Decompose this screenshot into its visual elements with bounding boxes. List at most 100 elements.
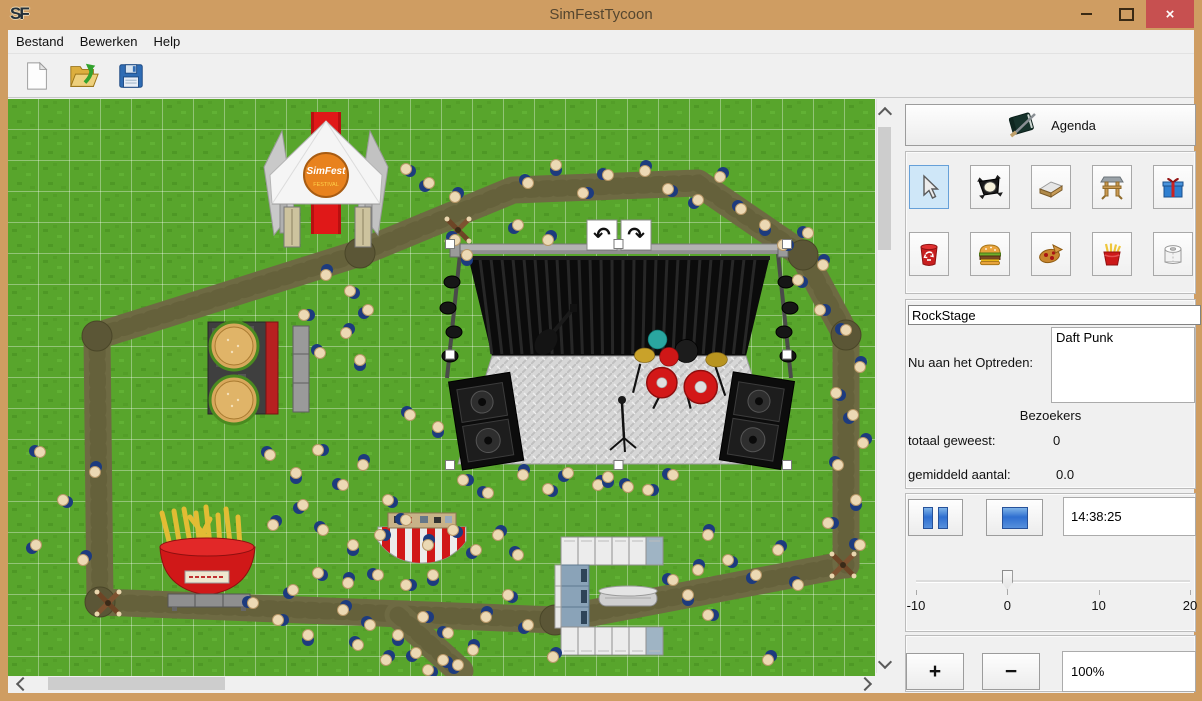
stop-button[interactable]	[986, 499, 1043, 536]
tool-path-tile[interactable]	[1031, 165, 1071, 209]
slider-thumb[interactable]	[1002, 570, 1013, 590]
slider-tick	[1190, 590, 1191, 595]
selection-handle[interactable]	[446, 240, 455, 249]
maximize-icon	[1119, 8, 1134, 21]
close-icon: ×	[1166, 6, 1175, 23]
visitor	[401, 579, 418, 591]
visitor	[602, 472, 614, 489]
speed-slider[interactable]: -1001020	[906, 564, 1197, 624]
scroll-right-icon[interactable]	[858, 677, 872, 691]
visitor	[662, 573, 679, 586]
visitors-avg-value: 0.0	[1056, 467, 1074, 482]
tool-spotlight[interactable]	[970, 165, 1010, 209]
festival-canvas[interactable]: SimFestFESTIVAL↶↷	[8, 99, 875, 677]
selection-handle[interactable]	[783, 350, 792, 359]
visitor	[597, 168, 614, 181]
minimize-button[interactable]	[1066, 0, 1106, 28]
visitor	[477, 486, 494, 499]
visitor	[682, 590, 694, 607]
clock-display: 14:38:25	[1063, 497, 1196, 536]
save-button[interactable]	[114, 59, 148, 93]
maximize-button[interactable]	[1106, 0, 1146, 28]
new-document-button[interactable]	[20, 59, 54, 93]
visitor	[313, 444, 330, 456]
visitor	[815, 304, 832, 316]
selection-handle[interactable]	[783, 240, 792, 249]
tool-gift[interactable]	[1153, 165, 1193, 209]
tool-fries[interactable]	[1092, 232, 1132, 276]
visitors-header: Bezoekers	[906, 408, 1195, 423]
stage[interactable]	[440, 241, 798, 470]
slider-track[interactable]	[916, 580, 1190, 583]
visitor	[643, 484, 660, 496]
visitor	[662, 468, 679, 481]
visitor	[347, 540, 359, 557]
selection-handle[interactable]	[446, 461, 455, 470]
selection-handle[interactable]	[614, 240, 623, 249]
new-document-icon	[22, 60, 52, 92]
menu-bewerken[interactable]: Bewerken	[72, 31, 146, 52]
main-area: SimFestFESTIVAL↶↷ Agenda Nu aan het Optr…	[8, 97, 1194, 693]
vertical-scrollbar[interactable]	[876, 99, 893, 673]
slider-label-20: 20	[1183, 598, 1197, 613]
trash-can-icon	[916, 241, 942, 267]
selection-handle[interactable]	[446, 350, 455, 359]
open-folder-button[interactable]	[67, 59, 101, 93]
slider-label-10: 10	[1091, 598, 1105, 613]
close-button[interactable]: ×	[1146, 0, 1194, 28]
minimize-icon	[1081, 13, 1092, 15]
open-folder-icon	[68, 60, 100, 92]
visitor	[358, 454, 371, 471]
tool-select[interactable]	[909, 165, 949, 209]
menu-bestand[interactable]: Bestand	[8, 31, 72, 52]
visitor	[855, 356, 868, 373]
rotate-left-icon: ↶	[593, 224, 611, 247]
selection-handle[interactable]	[614, 461, 623, 470]
visitor	[418, 611, 435, 623]
save-icon	[116, 60, 146, 92]
slider-tick	[1007, 590, 1008, 595]
visitors-total-value: 0	[1053, 433, 1060, 448]
tool-palette	[905, 151, 1196, 294]
toilet-block[interactable]	[555, 537, 663, 655]
selection-handle[interactable]	[783, 461, 792, 470]
zoom-in-button[interactable]: +	[906, 653, 964, 690]
tool-gate[interactable]	[1092, 165, 1132, 209]
zoom-level-value: 100%	[1071, 664, 1104, 679]
vertical-scroll-thumb[interactable]	[878, 127, 891, 250]
stop-icon	[1002, 507, 1028, 529]
rotate-left-button[interactable]: ↶	[587, 220, 617, 250]
tool-burger[interactable]	[970, 232, 1010, 276]
visitor	[518, 464, 531, 481]
horizontal-scroll-thumb[interactable]	[48, 677, 225, 690]
visitor	[835, 323, 852, 336]
visitor	[703, 524, 716, 541]
scroll-down-icon[interactable]	[878, 655, 892, 669]
bench[interactable]	[293, 326, 309, 412]
burger-stand[interactable]	[208, 322, 309, 424]
visitor	[823, 517, 840, 529]
pause-button[interactable]	[908, 499, 963, 536]
zoom-out-button[interactable]: −	[982, 653, 1040, 690]
rotate-right-button[interactable]: ↷	[621, 220, 651, 250]
tool-trash-can[interactable]	[909, 232, 949, 276]
zoom-level-display: 100%	[1062, 651, 1196, 692]
horizontal-scrollbar[interactable]	[8, 676, 875, 692]
scroll-up-icon[interactable]	[878, 107, 892, 121]
scroll-left-icon[interactable]	[16, 677, 30, 691]
visitor	[432, 422, 444, 439]
stage-name-input[interactable]	[908, 305, 1201, 325]
visitor	[392, 630, 404, 647]
burger-icon	[977, 241, 1003, 267]
visitor	[375, 529, 392, 541]
tool-pizza[interactable]	[1031, 232, 1071, 276]
visitor	[759, 220, 771, 237]
agenda-button[interactable]: Agenda	[905, 104, 1196, 146]
window-title: SimFestTycoon	[0, 6, 1202, 23]
tool-toilet-paper[interactable]	[1153, 232, 1193, 276]
visitor	[343, 572, 356, 589]
svg-text:FESTIVAL: FESTIVAL	[313, 182, 339, 188]
visitor	[242, 596, 259, 609]
menu-help[interactable]: Help	[146, 31, 189, 52]
visitor	[849, 538, 866, 551]
